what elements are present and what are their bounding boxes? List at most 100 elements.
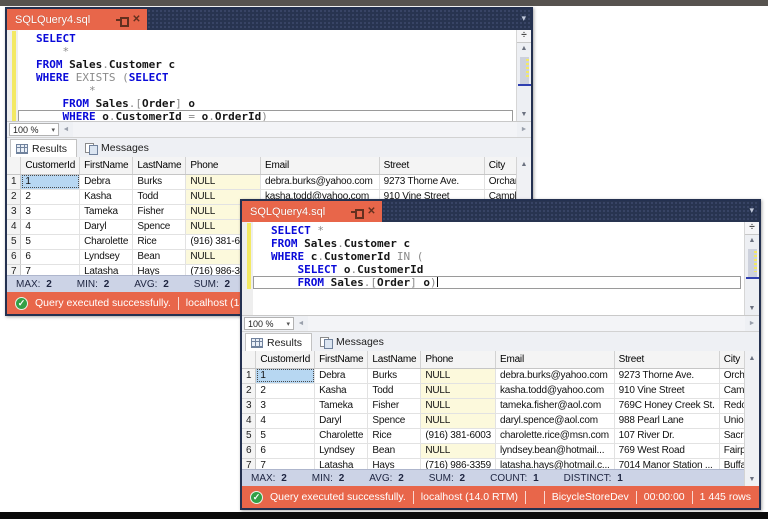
grid-cell[interactable]: Debra (80, 174, 133, 189)
grid-cell[interactable]: Spence (368, 413, 421, 428)
grid-cell[interactable]: Daryl (80, 219, 133, 234)
scroll-left-icon[interactable]: ◄ (294, 320, 308, 327)
grid-cell[interactable]: 1 (21, 174, 80, 189)
grid-cell[interactable]: 6 (21, 249, 80, 264)
grid-cell[interactable]: 4 (256, 413, 315, 428)
scroll-up-icon[interactable]: ▲ (521, 161, 528, 168)
row-header[interactable]: 7 (7, 264, 21, 275)
code-area[interactable]: SELECT *FROM Sales.Customer cWHERE c.Cus… (253, 222, 744, 315)
code-line[interactable]: * (18, 84, 513, 97)
scroll-right-icon[interactable]: ► (745, 320, 759, 327)
grid-cell[interactable]: Uniondale (719, 413, 744, 428)
scroll-down-icon[interactable]: ▼ (749, 303, 756, 315)
column-header-firstname[interactable]: FirstName (80, 157, 133, 174)
column-header-customerid[interactable]: CustomerId (256, 351, 315, 368)
grid-cell[interactable]: Todd (368, 383, 421, 398)
column-header-street[interactable]: Street (614, 351, 719, 368)
grid-cell[interactable]: (916) 381-6003 (421, 428, 496, 443)
grid-cell[interactable]: 7 (256, 458, 315, 469)
grid-cell[interactable]: Lyndsey (80, 249, 133, 264)
row-header[interactable]: 3 (242, 398, 256, 413)
row-header[interactable]: 3 (7, 204, 21, 219)
code-line[interactable]: FROM Sales.Customer c (253, 237, 741, 250)
grid-cell[interactable]: Hays (133, 264, 186, 275)
horizontal-scroll-track[interactable] (73, 122, 517, 137)
scroll-down-icon[interactable]: ▼ (521, 109, 528, 121)
grid-cell[interactable]: 769C Honey Creek St. (614, 398, 719, 413)
splitter-grip-icon[interactable]: ÷ (745, 222, 759, 235)
grid-cell[interactable]: Campbell (719, 383, 744, 398)
grid-cell[interactable]: Buffalo (719, 458, 744, 469)
tab-results[interactable]: Results (10, 139, 77, 157)
scroll-up-icon[interactable]: ▲ (749, 355, 756, 362)
grid-cell[interactable]: NULL (421, 368, 496, 383)
grid-cell[interactable]: 9273 Thorne Ave. (379, 174, 484, 189)
code-area[interactable]: SELECT *FROM Sales.Customer cWHERE EXIST… (18, 30, 516, 121)
grid-cell[interactable]: 6 (256, 443, 315, 458)
grid-cell[interactable]: 3 (21, 204, 80, 219)
code-line[interactable]: WHERE EXISTS (SELECT (18, 71, 513, 84)
horizontal-scroll-track[interactable] (308, 316, 745, 331)
scroll-up-icon[interactable]: ▲ (749, 235, 756, 247)
row-header[interactable]: 7 (242, 458, 256, 469)
grid-cell[interactable]: latasha.hays@hotmail.c... (495, 458, 614, 469)
code-line[interactable]: SELECT * (253, 224, 741, 237)
sql-editor[interactable]: SELECT *FROM Sales.Customer cWHERE EXIST… (7, 30, 531, 122)
grid-cell[interactable]: 1 (256, 368, 315, 383)
grid-cell[interactable]: Bean (368, 443, 421, 458)
code-line[interactable]: * (18, 45, 513, 58)
document-tab[interactable]: SQLQuery4.sql ✕ (242, 201, 382, 222)
row-header[interactable]: 2 (242, 383, 256, 398)
code-line[interactable]: FROM Sales.[Order] o) (253, 276, 741, 289)
grid-cell[interactable]: Rice (368, 428, 421, 443)
pin-icon[interactable] (116, 14, 127, 25)
column-header-phone[interactable]: Phone (421, 351, 496, 368)
grid-cell[interactable]: NULL (421, 383, 496, 398)
column-header-phone[interactable]: Phone (186, 157, 261, 174)
column-header-lastname[interactable]: LastName (368, 351, 421, 368)
grid-cell[interactable]: NULL (421, 398, 496, 413)
results-grid[interactable]: CustomerIdFirstNameLastNamePhoneEmailStr… (242, 351, 744, 469)
grid-cell[interactable]: Sacramento (719, 428, 744, 443)
grid-cell[interactable]: Kasha (80, 189, 133, 204)
grid-cell[interactable]: charolette.rice@msn.com (495, 428, 614, 443)
grid-cell[interactable]: Fisher (368, 398, 421, 413)
grid-cell[interactable]: Tameka (315, 398, 368, 413)
code-line[interactable]: FROM Sales.Customer c (18, 58, 513, 71)
editor-vertical-scrollbar[interactable]: ÷ ▲ ▼ (516, 30, 531, 121)
column-header-city[interactable]: City (484, 157, 516, 174)
grid-cell[interactable]: Hays (368, 458, 421, 469)
row-header[interactable]: 1 (242, 368, 256, 383)
close-icon[interactable]: ✕ (132, 14, 140, 25)
grid-cell[interactable]: 5 (21, 234, 80, 249)
grid-cell[interactable]: NULL (421, 443, 496, 458)
column-header-firstname[interactable]: FirstName (315, 351, 368, 368)
column-header-lastname[interactable]: LastName (133, 157, 186, 174)
grid-cell[interactable]: Todd (133, 189, 186, 204)
column-header-email[interactable]: Email (495, 351, 614, 368)
tab-results[interactable]: Results (245, 333, 312, 351)
grid-cell[interactable]: NULL (186, 174, 261, 189)
grid-cell[interactable]: Latasha (315, 458, 368, 469)
grid-cell[interactable]: 2 (21, 189, 80, 204)
sql-editor[interactable]: SELECT *FROM Sales.Customer cWHERE c.Cus… (242, 222, 759, 316)
grid-cell[interactable]: kasha.todd@yahoo.com (495, 383, 614, 398)
grid-cell[interactable]: Spence (133, 219, 186, 234)
grid-cell[interactable]: Daryl (315, 413, 368, 428)
document-tab[interactable]: SQLQuery4.sql ✕ (7, 9, 147, 30)
row-header[interactable]: 5 (7, 234, 21, 249)
row-header[interactable]: 6 (7, 249, 21, 264)
grid-cell[interactable]: Latasha (80, 264, 133, 275)
pin-icon[interactable] (351, 206, 362, 217)
grid-cell[interactable]: 769 West Road (614, 443, 719, 458)
column-header-street[interactable]: Street (379, 157, 484, 174)
tab-list-caret-icon[interactable]: ▾ (749, 206, 754, 215)
code-line[interactable]: WHERE c.CustomerId IN ( (253, 250, 741, 263)
grid-cell[interactable]: Kasha (315, 383, 368, 398)
column-header-city[interactable]: City (719, 351, 744, 368)
grid-cell[interactable]: Rice (133, 234, 186, 249)
scroll-down-icon[interactable]: ▼ (749, 476, 756, 483)
grid-cell[interactable]: Debra (315, 368, 368, 383)
grid-cell[interactable]: Tameka (80, 204, 133, 219)
grid-corner-header[interactable] (7, 157, 21, 174)
